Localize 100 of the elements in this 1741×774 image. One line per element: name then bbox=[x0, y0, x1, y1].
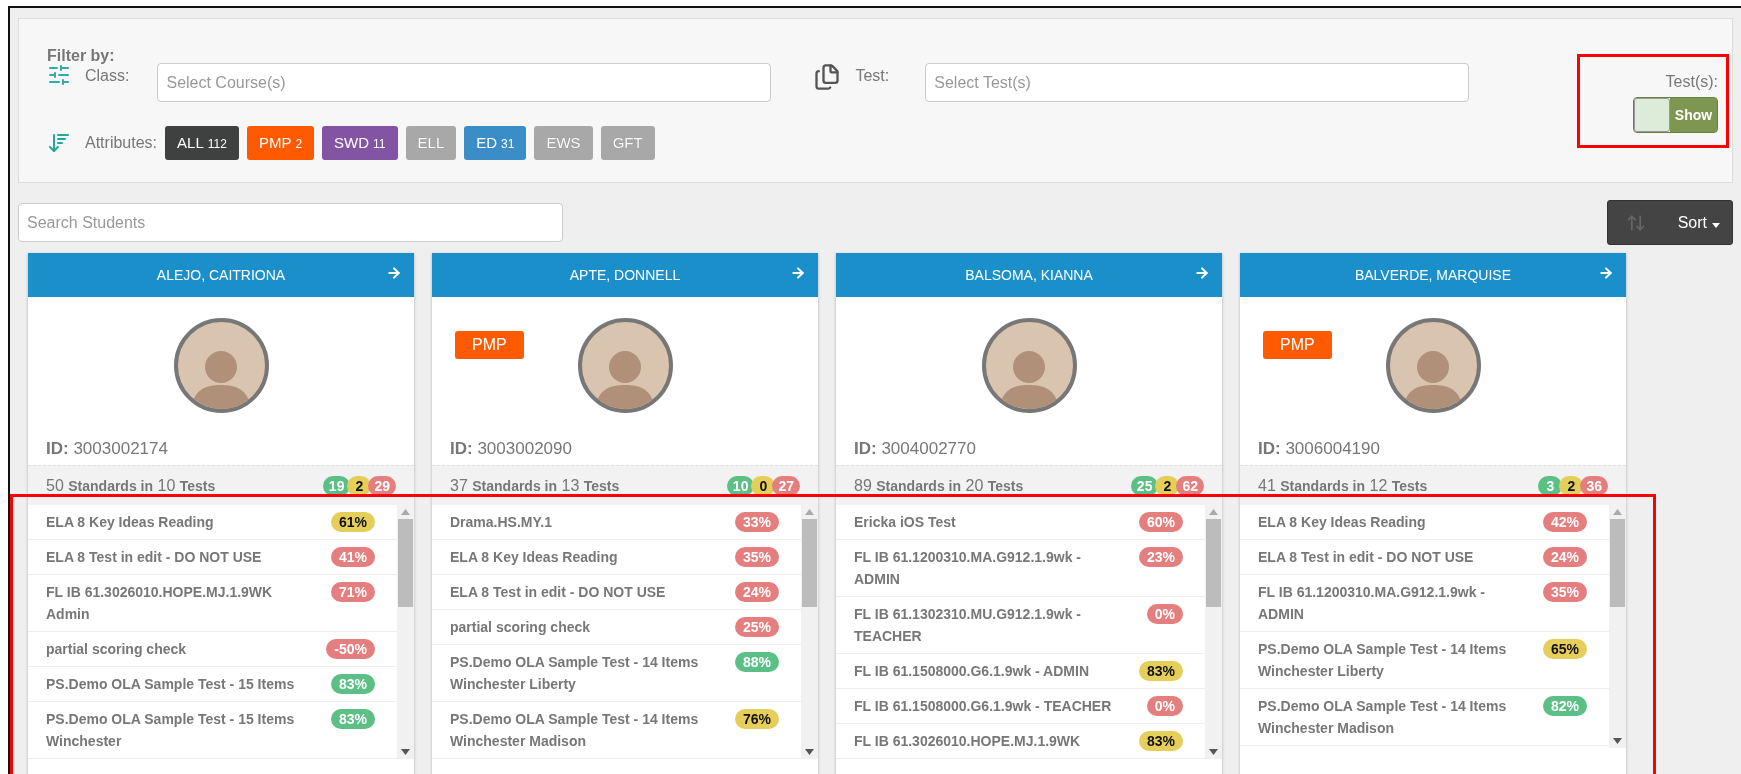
test-name: PS.Demo OLA Sample Test - 14 Items Winchester Madison bbox=[1258, 697, 1508, 738]
test-name: FL IB 61.1508000.G6.1.9wk - TEACHER bbox=[854, 697, 1112, 716]
score-pill: 24% bbox=[1542, 547, 1587, 567]
filter-heading: Filter by: bbox=[47, 47, 115, 65]
standards-summary: 89 Standards in 20 Tests bbox=[854, 476, 1024, 495]
test-result-row[interactable]: FL IB 61.3026010.HOPE.MJ.1.9WK Admin 71% bbox=[28, 575, 397, 632]
test-name: FL IB 61.1200310.MA.G912.1.9wk - ADMIN bbox=[1258, 583, 1486, 624]
scroll-up-icon[interactable] bbox=[401, 509, 410, 515]
test-name: PS.Demo OLA Sample Test - 14 Items Winchester Liberty bbox=[1258, 640, 1508, 681]
test-result-row[interactable]: PS.Demo OLA Sample Test - 14 Items Winchester Liberty 88% bbox=[432, 645, 801, 702]
score-pill: 65% bbox=[1542, 639, 1587, 659]
score-pill: 88% bbox=[734, 652, 779, 672]
student-id: ID: 3003002090 bbox=[449, 438, 573, 460]
attribute-filter-button[interactable]: PMP 2 bbox=[246, 126, 315, 160]
tests-toggle-label: Test(s): bbox=[1665, 73, 1718, 91]
test-name: ELA 8 Key Ideas Reading bbox=[1258, 513, 1426, 532]
sort-lines-icon bbox=[47, 131, 71, 155]
test-name: FL IB 61.1508000.G6.1.9wk - ADMIN bbox=[854, 662, 1089, 681]
test-name: FL IB 61.1302310.MU.G912.1.9wk - TEACHER bbox=[854, 605, 1082, 646]
test-name: FL IB 61.1200310.MA.G912.1.9wk - ADMIN bbox=[854, 548, 1082, 589]
count-pill: 27 bbox=[772, 475, 800, 496]
test-result-row[interactable]: partial scoring check -50% bbox=[28, 632, 397, 667]
test-result-row[interactable]: PS.Demo OLA Sample Test - 15 Items 83% bbox=[28, 667, 397, 702]
score-pill: 83% bbox=[330, 674, 375, 694]
test-name: ELA 8 Key Ideas Reading bbox=[450, 548, 618, 567]
score-pill: 35% bbox=[1542, 582, 1587, 602]
test-name: PS.Demo OLA Sample Test - 15 Items Winchester bbox=[46, 710, 296, 751]
attribute-filter-button[interactable]: ALL 112 bbox=[165, 126, 239, 160]
test-name: ELA 8 Key Ideas Reading bbox=[46, 513, 214, 532]
score-pill: 0% bbox=[1146, 604, 1183, 624]
scroll-down-icon[interactable] bbox=[401, 749, 410, 755]
test-result-row[interactable]: PS.Demo OLA Sample Test - 14 Items Winchester Liberty 65% bbox=[1240, 632, 1609, 689]
attribute-badge: PMP bbox=[455, 331, 524, 359]
test-name: ELA 8 Test in edit - DO NOT USE bbox=[1258, 548, 1474, 567]
test-name: partial scoring check bbox=[46, 640, 187, 659]
attributes-label: Attributes: bbox=[85, 134, 158, 152]
count-pill: 36 bbox=[1580, 475, 1608, 496]
test-name: Drama.HS.MY.1 bbox=[450, 513, 552, 532]
score-pill: 25% bbox=[734, 617, 779, 637]
student-name-header[interactable]: BALSOMA, KIANNA bbox=[836, 253, 1222, 297]
scroll-up-icon[interactable] bbox=[1209, 509, 1218, 515]
test-result-row[interactable]: ELA 8 Test in edit - DO NOT USE 41% bbox=[28, 540, 397, 575]
documents-icon bbox=[813, 63, 842, 91]
arrow-right-icon[interactable] bbox=[386, 265, 402, 281]
arrow-right-icon[interactable] bbox=[1194, 265, 1210, 281]
test-result-row[interactable]: PS.Demo OLA Sample Test - 14 Items Winchester Madison 76% bbox=[432, 702, 801, 759]
test-result-row[interactable]: FL IB 61.1200310.MA.G912.1.9wk - ADMIN 35% bbox=[1240, 575, 1609, 632]
test-name: PS.Demo OLA Sample Test - 14 Items Winchester Liberty bbox=[450, 653, 700, 694]
score-pill: 35% bbox=[734, 547, 779, 567]
scrollbar[interactable] bbox=[397, 505, 414, 759]
class-label: Class: bbox=[85, 67, 130, 85]
test-name: ELA 8 Test in edit - DO NOT USE bbox=[46, 548, 262, 567]
test-result-row[interactable]: ELA 8 Key Ideas Reading 35% bbox=[432, 540, 801, 575]
test-result-row[interactable]: ELA 8 Test in edit - DO NOT USE 24% bbox=[432, 575, 801, 610]
test-result-row[interactable]: PS.Demo OLA Sample Test - 14 Items Winchester Madison 82% bbox=[1240, 689, 1609, 746]
test-result-row[interactable]: FL IB 61.1508000.G6.1.9wk - TEACHER 0% bbox=[836, 689, 1205, 724]
course-select-field[interactable]: Select Course(s) bbox=[157, 63, 772, 102]
test-select-field[interactable]: Select Test(s) bbox=[925, 63, 1470, 102]
test-name: ELA 8 Test in edit - DO NOT USE bbox=[450, 583, 666, 602]
test-result-row[interactable]: ELA 8 Key Ideas Reading 61% bbox=[28, 505, 397, 540]
scroll-down-icon[interactable] bbox=[1209, 749, 1218, 755]
test-result-row[interactable]: partial scoring check 25% bbox=[432, 610, 801, 645]
sort-button[interactable]: Sort bbox=[1607, 200, 1733, 245]
scroll-down-icon[interactable] bbox=[1613, 738, 1622, 744]
score-pill: 83% bbox=[1138, 731, 1183, 751]
standards-summary: 50 Standards in 10 Tests bbox=[46, 476, 216, 495]
score-pill: 76% bbox=[734, 709, 779, 729]
scrollbar[interactable] bbox=[1205, 505, 1222, 759]
test-result-row[interactable]: Ericka iOS Test 60% bbox=[836, 505, 1205, 540]
test-result-row[interactable]: PS.Demo OLA Sample Test - 15 Items Winchester 83% bbox=[28, 702, 397, 759]
show-tests-toggle[interactable]: Show bbox=[1633, 97, 1718, 133]
scroll-up-icon[interactable] bbox=[1613, 509, 1622, 515]
student-name-header[interactable]: APTE, DONNELL bbox=[432, 253, 818, 297]
test-result-row[interactable]: Drama.HS.MY.1 33% bbox=[432, 505, 801, 540]
count-pill: 29 bbox=[368, 475, 396, 496]
attribute-badge: PMP bbox=[1263, 331, 1332, 359]
test-name: partial scoring check bbox=[450, 618, 591, 637]
student-name-header[interactable]: ALEJO, CAITRIONA bbox=[28, 253, 414, 297]
scroll-up-icon[interactable] bbox=[805, 509, 814, 515]
score-pill: 83% bbox=[1138, 661, 1183, 681]
attribute-filter-button[interactable]: ED 31 bbox=[464, 126, 527, 160]
score-pill: 24% bbox=[734, 582, 779, 602]
score-pill: 23% bbox=[1138, 547, 1183, 567]
test-result-row[interactable]: FL IB 61.3026010.HOPE.MJ.1.9WK 83% bbox=[836, 724, 1205, 759]
scrollbar[interactable] bbox=[801, 505, 818, 759]
score-pill: 60% bbox=[1138, 512, 1183, 532]
test-result-row[interactable]: FL IB 61.1200310.MA.G912.1.9wk - ADMIN 23% bbox=[836, 540, 1205, 597]
scrollbar[interactable] bbox=[1609, 505, 1626, 748]
test-label: Test: bbox=[855, 67, 890, 85]
search-students-field[interactable]: Search Students bbox=[18, 203, 563, 242]
attribute-filter-button[interactable]: SWD 11 bbox=[322, 126, 398, 160]
arrow-right-icon[interactable] bbox=[1598, 265, 1614, 281]
test-result-row[interactable]: ELA 8 Test in edit - DO NOT USE 24% bbox=[1240, 540, 1609, 575]
test-name: PS.Demo OLA Sample Test - 14 Items Winchester Madison bbox=[450, 710, 700, 751]
scroll-down-icon[interactable] bbox=[805, 749, 814, 755]
test-result-row[interactable]: FL IB 61.1508000.G6.1.9wk - ADMIN 83% bbox=[836, 654, 1205, 689]
test-result-row[interactable]: ELA 8 Key Ideas Reading 42% bbox=[1240, 505, 1609, 540]
test-result-row[interactable]: FL IB 61.1302310.MU.G912.1.9wk - TEACHER 0% bbox=[836, 597, 1205, 654]
score-pill: -50% bbox=[326, 639, 375, 659]
student-name-header[interactable]: BALVERDE, MARQUISE bbox=[1240, 253, 1626, 297]
